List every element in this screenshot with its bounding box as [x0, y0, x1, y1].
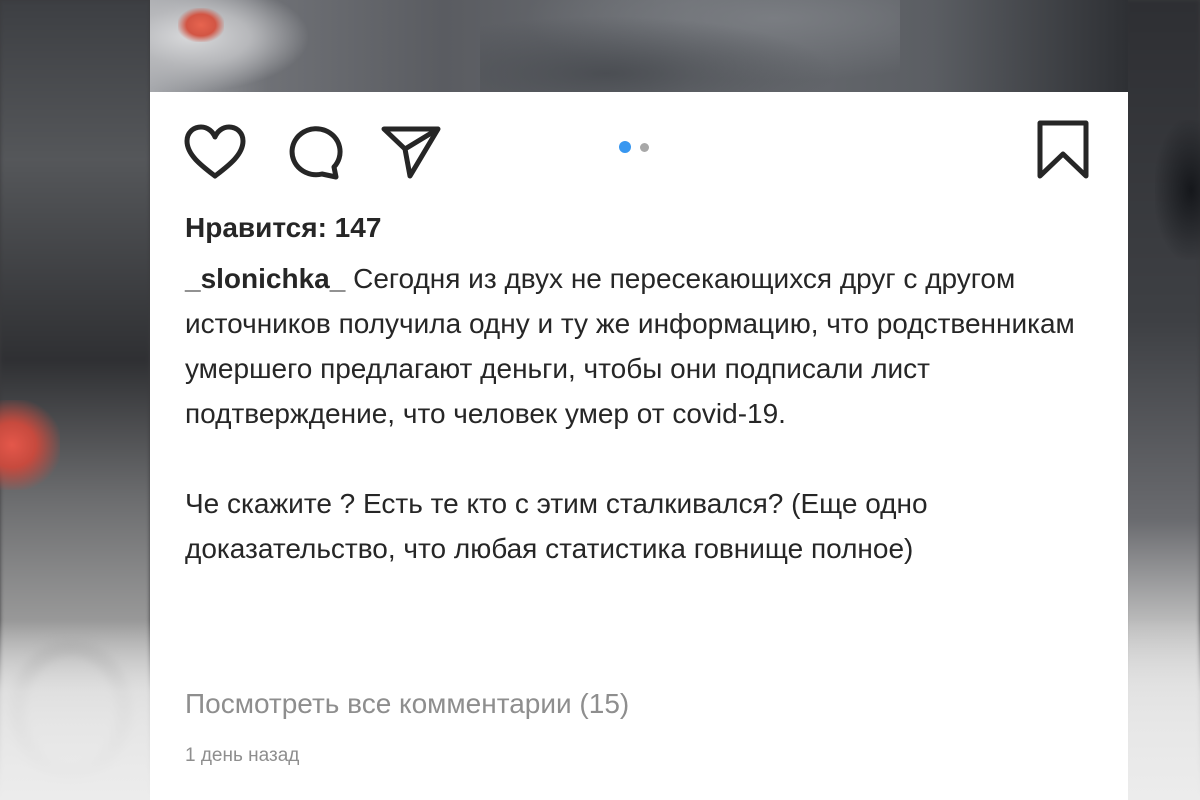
post-timestamp: 1 день назад [185, 745, 300, 766]
author-username[interactable]: _slonichka_ [185, 263, 345, 294]
carousel-dot-active [619, 141, 631, 153]
background-left-red-blur [0, 400, 60, 490]
background-right-dark-blur [1155, 120, 1200, 260]
post-caption: _slonichka_ Сегодня из двух не пересекаю… [185, 256, 1085, 571]
bookmark-icon[interactable] [1036, 120, 1090, 180]
likes-count[interactable]: Нравится: 147 [185, 212, 381, 244]
caption-paragraph: _slonichka_ Сегодня из двух не пересекаю… [185, 256, 1085, 436]
post-card: Нравится: 147 _slonichka_ Сегодня из дву… [150, 92, 1128, 800]
comment-icon[interactable] [284, 125, 344, 181]
carousel-dot [640, 143, 649, 152]
heart-icon[interactable] [182, 124, 248, 180]
post-action-bar [150, 92, 1128, 202]
caption-paragraph: Че скажите ? Есть те кто с этим сталкива… [185, 488, 928, 564]
photo-red-detail [178, 8, 224, 42]
post-photo[interactable] [150, 0, 1128, 92]
share-icon[interactable] [380, 124, 442, 180]
view-all-comments-link[interactable]: Посмотреть все комментарии (15) [185, 688, 629, 720]
photo-shoe-detail [150, 0, 310, 92]
photo-fabric-detail [480, 0, 900, 92]
